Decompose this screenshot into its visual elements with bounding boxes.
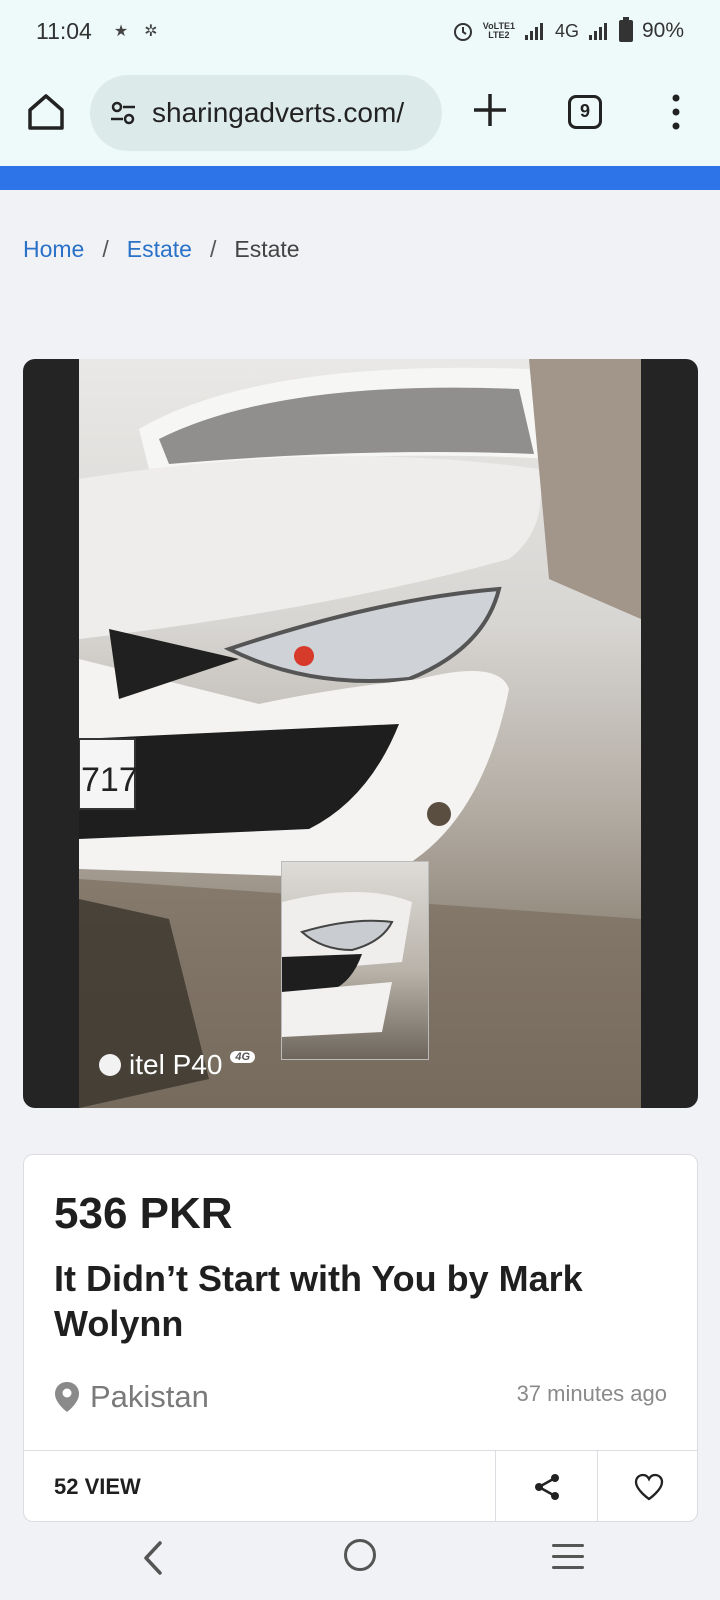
breadcrumb-current: Estate	[234, 236, 300, 262]
more-menu-icon[interactable]	[664, 92, 688, 132]
page-load-progress	[0, 166, 720, 190]
star-icon: ★	[113, 23, 129, 40]
preview-thumbnail[interactable]	[281, 861, 429, 1060]
browser-toolbar: sharingadverts.com/ 9	[0, 62, 720, 166]
system-nav-bar	[0, 1522, 720, 1600]
camera-watermark: itel P40 4G	[99, 1049, 256, 1081]
breadcrumb-home[interactable]: Home	[23, 236, 84, 263]
home-nav-button[interactable]	[344, 1539, 376, 1571]
site-settings-icon[interactable]	[108, 98, 138, 128]
address-bar[interactable]: sharingadverts.com/	[90, 75, 442, 151]
tab-switcher-button[interactable]: 9	[568, 95, 602, 129]
breadcrumb-separator: /	[209, 236, 217, 262]
back-icon[interactable]	[140, 1540, 164, 1576]
battery-icon	[618, 17, 633, 42]
breadcrumb: Home / Estate / Estate	[23, 236, 300, 263]
listing-price: 536 PKR	[54, 1189, 233, 1238]
status-right-icons: VoLTE1 LTE2 4G 90%	[452, 17, 684, 43]
battery-level: 90%	[641, 19, 684, 42]
gear-small-icon: ✲	[144, 23, 158, 40]
status-time: 11:04	[36, 17, 92, 44]
listing-gallery[interactable]: 717 itel P40 4G	[23, 359, 698, 1108]
plate-text: 717	[81, 761, 138, 799]
breadcrumb-estate[interactable]: Estate	[127, 236, 192, 263]
view-count: 52 VIEW	[54, 1474, 141, 1499]
listing-location: Pakistan	[54, 1379, 209, 1415]
volte-label: VoLTE1 LTE2	[483, 22, 515, 40]
recent-apps-icon[interactable]	[552, 1544, 584, 1577]
thumbnail-image	[282, 892, 412, 1037]
signal-icon	[524, 23, 543, 40]
lte-text: LTE2	[488, 30, 510, 40]
watermark-badge: 4G	[230, 1051, 256, 1063]
location-pin-icon	[55, 1382, 79, 1412]
listing-photo[interactable]: 717 itel P40 4G	[79, 359, 641, 1108]
url-text[interactable]: sharingadverts.com/	[152, 97, 432, 129]
status-bar: 11:04 ★ ✲ VoLTE1 LTE2 4G 90%	[0, 0, 720, 62]
favorite-button[interactable]	[597, 1451, 697, 1521]
alarm-icon	[453, 23, 472, 41]
heart-icon	[634, 1473, 663, 1501]
new-tab-icon[interactable]	[470, 90, 510, 130]
listing-details-card: 536 PKR It Didn’t Start with You by Mark…	[23, 1154, 698, 1522]
share-button[interactable]	[495, 1451, 597, 1521]
watermark-text: itel P40	[129, 1049, 223, 1080]
signal-icon-2	[588, 23, 607, 40]
breadcrumb-separator: /	[102, 236, 109, 262]
card-footer: 52 VIEW	[24, 1450, 697, 1521]
posted-time: 37 minutes ago	[516, 1381, 667, 1406]
location-text: Pakistan	[90, 1379, 209, 1414]
home-icon[interactable]	[24, 90, 68, 134]
network-label: 4G	[554, 20, 579, 41]
watermark-dot-icon	[99, 1054, 121, 1076]
share-icon	[534, 1474, 559, 1500]
status-left-icons: ★ ✲	[114, 21, 158, 41]
listing-title: It Didn’t Start with You by Mark Wolynn	[54, 1258, 583, 1344]
